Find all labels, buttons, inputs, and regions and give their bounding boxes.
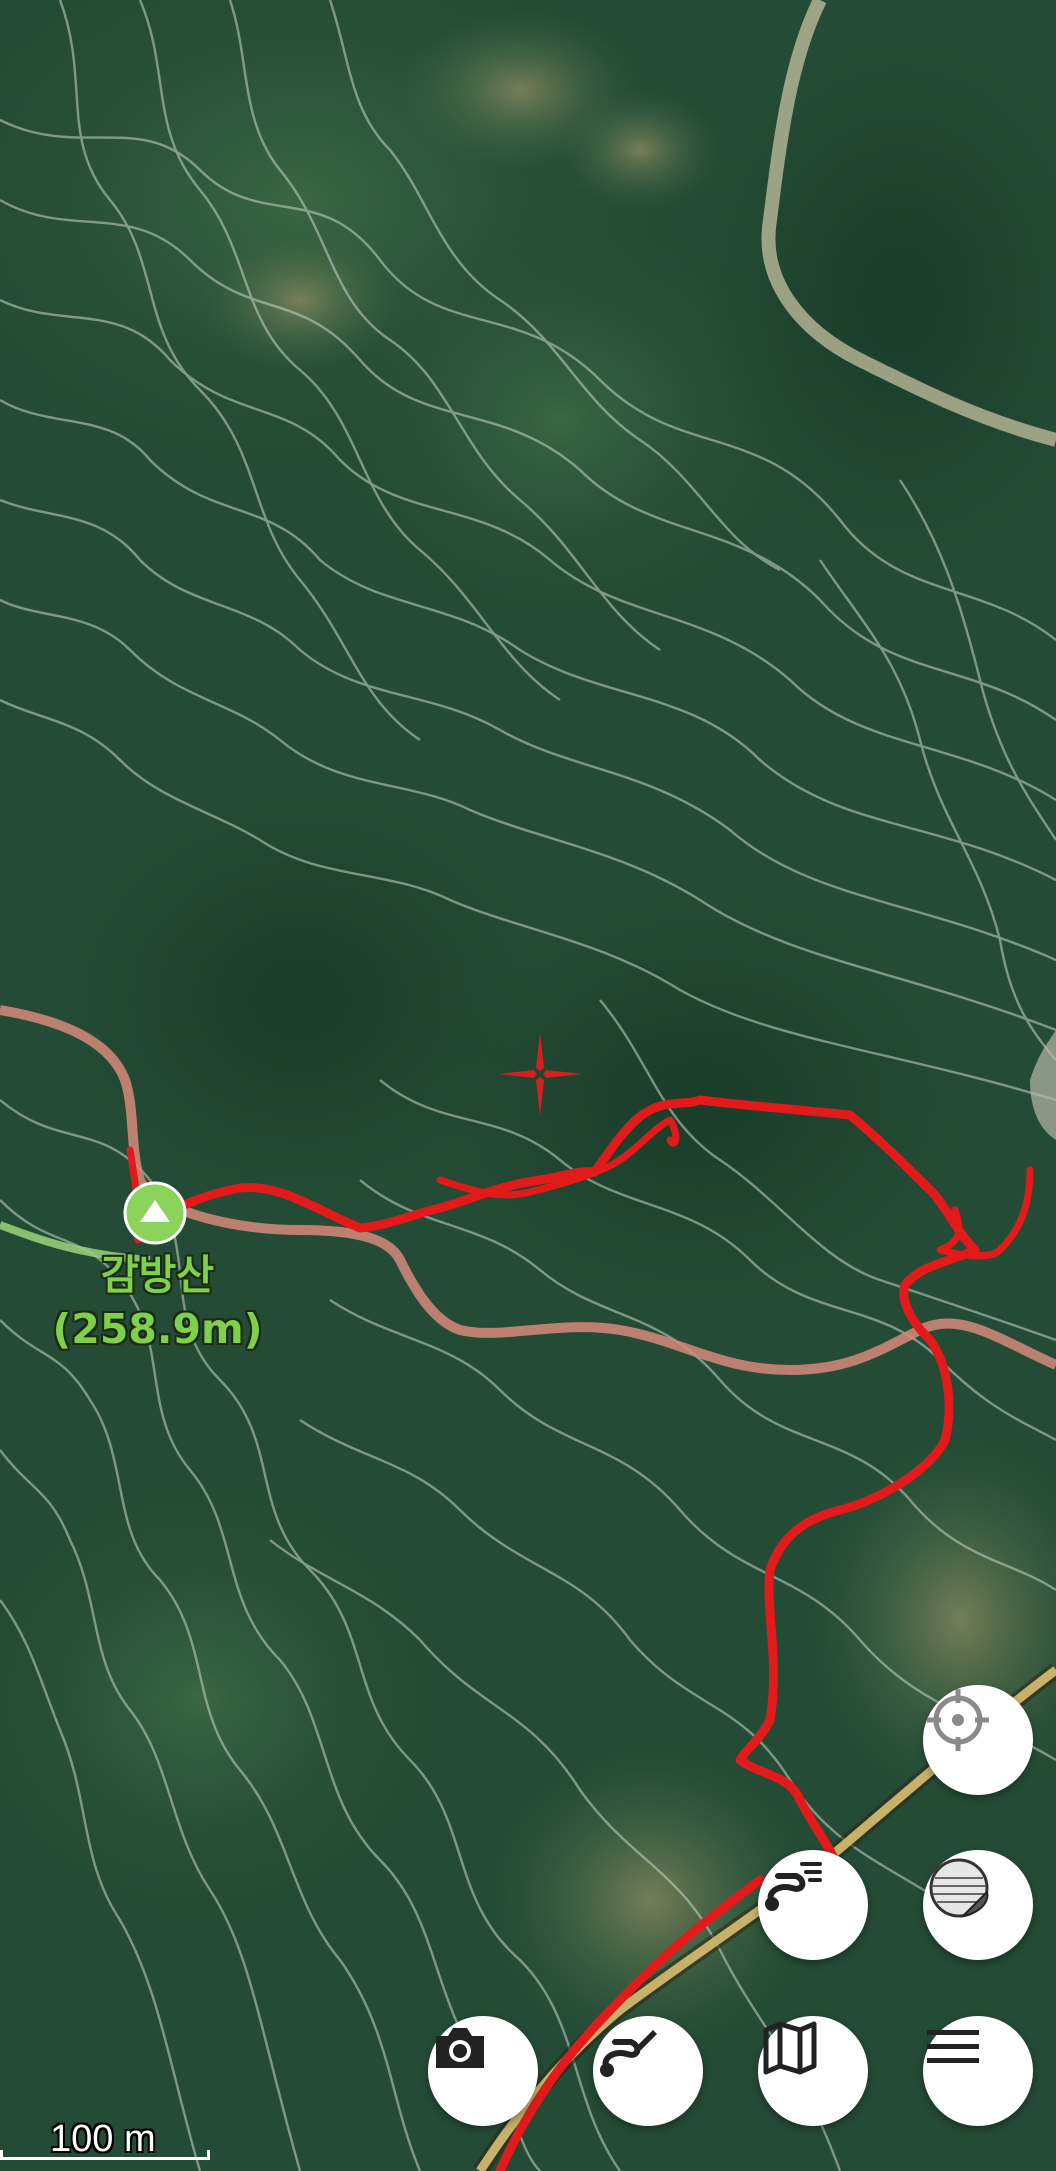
menu-button[interactable]: [923, 2016, 1033, 2126]
track-list-icon: [765, 1862, 822, 1911]
map-icon: [763, 2021, 817, 2075]
camera-icon: [436, 2028, 484, 2068]
menu-icon: [927, 2030, 979, 2063]
layers-button[interactable]: [923, 1850, 1033, 1960]
locate-button[interactable]: [923, 1685, 1033, 1795]
layers-icon: [929, 1858, 989, 1918]
peak-marker[interactable]: [123, 1181, 187, 1245]
track-list-button[interactable]: [758, 1850, 868, 1960]
route-edit-icon: [600, 2030, 657, 2077]
map-view[interactable]: 감방산 (258.9m) 100 m: [0, 0, 1056, 2171]
scale-bar: 100 m: [0, 2110, 215, 2160]
crosshair-icon: [927, 1689, 989, 1751]
map-select-button[interactable]: [758, 2016, 868, 2126]
peak-name: 감방산: [100, 1251, 215, 1299]
camera-button[interactable]: [428, 2016, 538, 2126]
terrain-layer: [0, 0, 1056, 2171]
peak-elevation: (258.9m): [52, 1305, 263, 1353]
peak-label: 감방산 (258.9m): [50, 1248, 265, 1356]
scale-line: [0, 2150, 210, 2160]
route-edit-button[interactable]: [593, 2016, 703, 2126]
